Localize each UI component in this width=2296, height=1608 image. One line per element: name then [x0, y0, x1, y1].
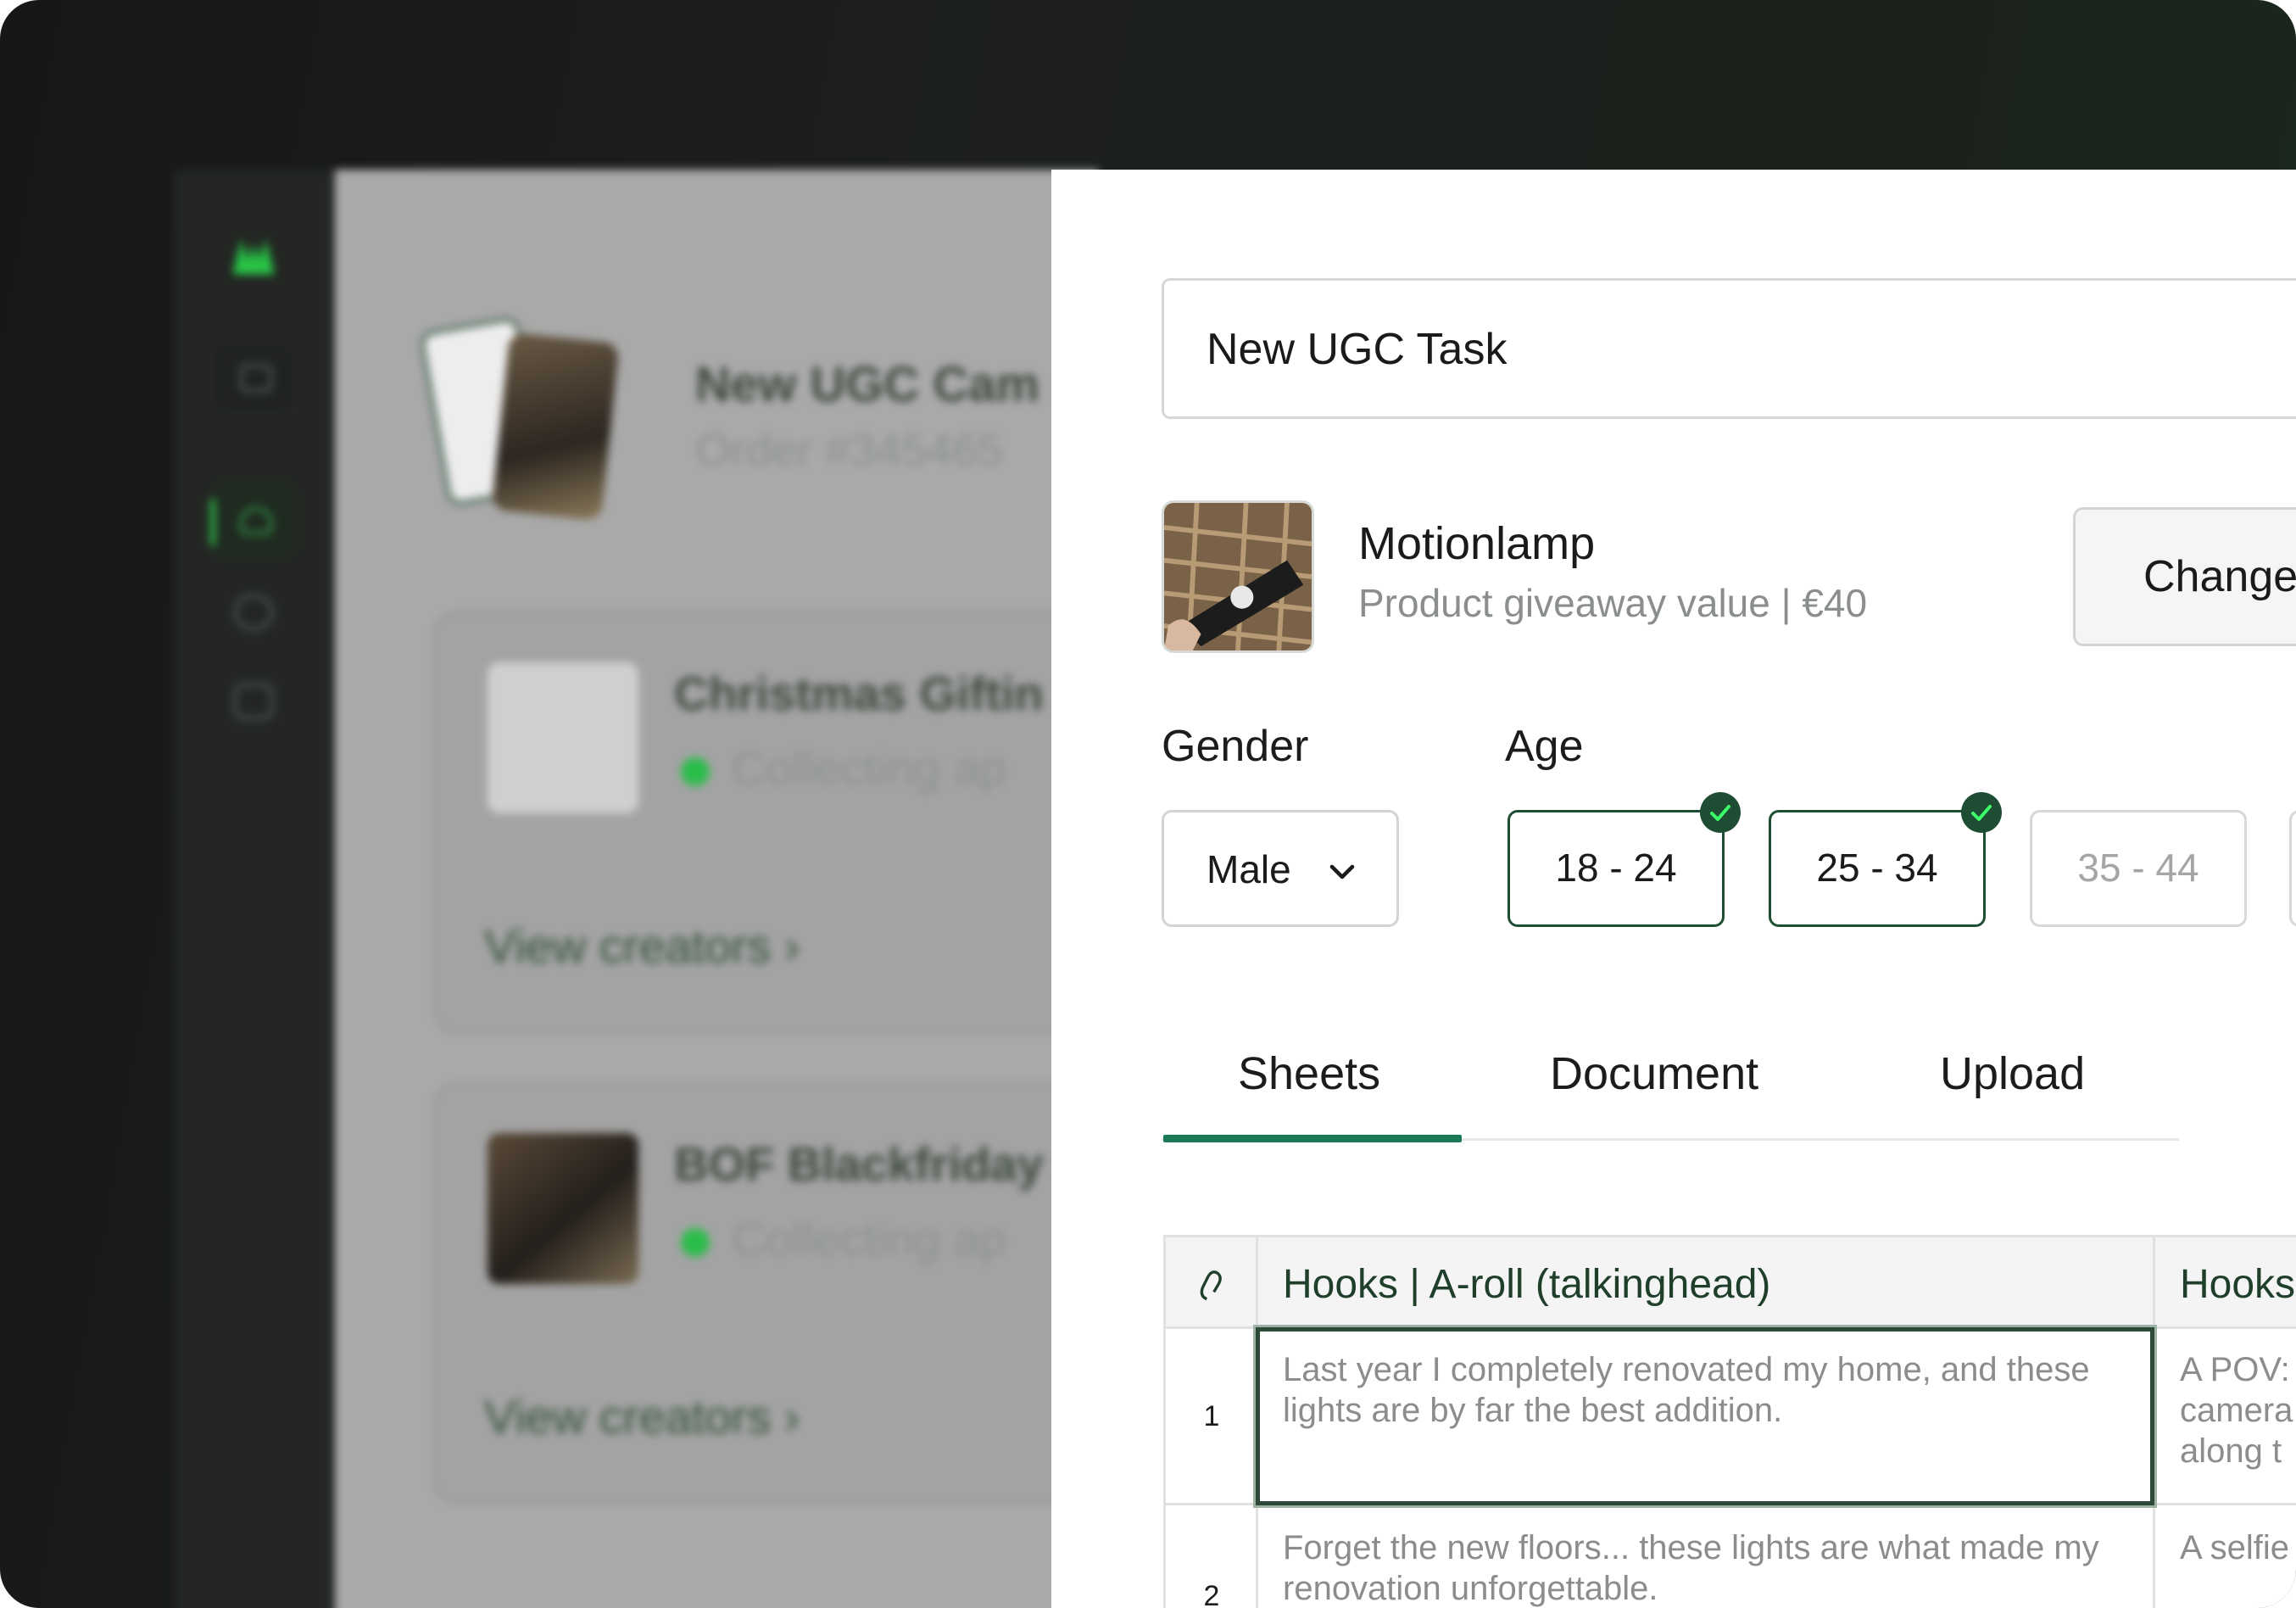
status-dot	[681, 757, 710, 786]
panel-thumbnail	[488, 1133, 638, 1284]
task-title-field[interactable]	[1162, 278, 2296, 419]
view-creators-link[interactable]: View creators ›	[484, 918, 800, 974]
tab-upload[interactable]: Upload	[1940, 1047, 2085, 1100]
sheet-grid: Hooks | A-roll (talkinghead) Hooks 1 Las…	[1163, 1235, 2296, 1608]
panel-thumbnail	[488, 662, 638, 813]
campaign-panel[interactable]: BOF Blackfriday Collecting ap View creat…	[432, 1081, 1111, 1505]
link-icon	[1200, 1270, 1222, 1301]
sheet-cell[interactable]: A selfie	[2180, 1527, 2296, 1608]
sheet-cell[interactable]: A POV: camera along t	[2180, 1349, 2296, 1494]
background-app: New UGC Cam Order #345465 Christmas Gift…	[0, 0, 1111, 1608]
panel-title: Christmas Giftin	[674, 667, 1044, 720]
creators-nav-icon[interactable]	[210, 482, 297, 558]
view-creators-link[interactable]: View creators ›	[484, 1389, 800, 1444]
brand-logo-icon	[232, 239, 275, 275]
product-thumbnail	[1162, 500, 1314, 653]
age-option-label: 35 - 44	[2077, 846, 2199, 890]
campaign-panel[interactable]: Christmas Giftin Collecting ap View crea…	[432, 611, 1111, 1035]
active-tab-indicator	[1163, 1135, 1462, 1142]
sheet-cell[interactable]: Forget the new floors... these lights ar…	[1283, 1527, 2131, 1608]
gender-select[interactable]: Male	[1162, 810, 1399, 927]
age-option-35-44[interactable]: 35 - 44	[2030, 810, 2247, 927]
campaign-cards-image	[417, 314, 620, 522]
age-option-25-34[interactable]: 25 - 34	[1769, 792, 2002, 927]
panel-status: Collecting ap	[732, 1212, 1006, 1265]
row-number: 1	[1203, 1400, 1220, 1432]
change-product-button[interactable]: Change	[2073, 507, 2296, 646]
age-option-18-24[interactable]: 18 - 24	[1507, 792, 1741, 927]
campaign-order: Order #345465	[695, 425, 1004, 476]
status-dot	[681, 1228, 710, 1257]
document-nav-icon[interactable]	[233, 683, 274, 720]
selected-cell-outline	[1256, 1327, 2154, 1505]
row-number: 2	[1203, 1580, 1220, 1608]
column-header[interactable]: Hooks | A-roll (talkinghead)	[1283, 1261, 1770, 1308]
column-header[interactable]: Hooks	[2180, 1261, 2295, 1308]
chevron-down-icon	[1329, 864, 1355, 879]
product-name: Motionlamp	[1358, 518, 1596, 569]
age-label: Age	[1505, 722, 1584, 771]
tab-sheets[interactable]: Sheets	[1238, 1047, 1380, 1100]
panel-status: Collecting ap	[732, 741, 1006, 795]
product-image	[1164, 503, 1312, 650]
check-icon	[1700, 792, 1741, 833]
task-title-input[interactable]	[1207, 320, 2296, 379]
panel-title: BOF Blackfriday	[674, 1137, 1044, 1191]
campaign-title: New UGC Cam	[695, 357, 1040, 412]
video-nav-icon[interactable]	[210, 339, 297, 416]
tab-document[interactable]: Document	[1550, 1047, 1758, 1100]
gender-label: Gender	[1162, 722, 1309, 771]
age-option-label: 18 - 24	[1555, 846, 1677, 890]
check-icon	[1961, 792, 2002, 833]
age-option-next[interactable]	[2289, 810, 2296, 927]
new-task-modal: Motionlamp Product giveaway value | €40 …	[1051, 170, 2296, 1608]
age-option-label: 25 - 34	[1816, 846, 1938, 890]
gender-value: Male	[1207, 847, 1291, 891]
settings-nav-icon[interactable]	[233, 594, 274, 631]
product-giveaway-value: Product giveaway value | €40	[1358, 581, 1868, 625]
device-frame: New UGC Cam Order #345465 Christmas Gift…	[0, 0, 2296, 1608]
